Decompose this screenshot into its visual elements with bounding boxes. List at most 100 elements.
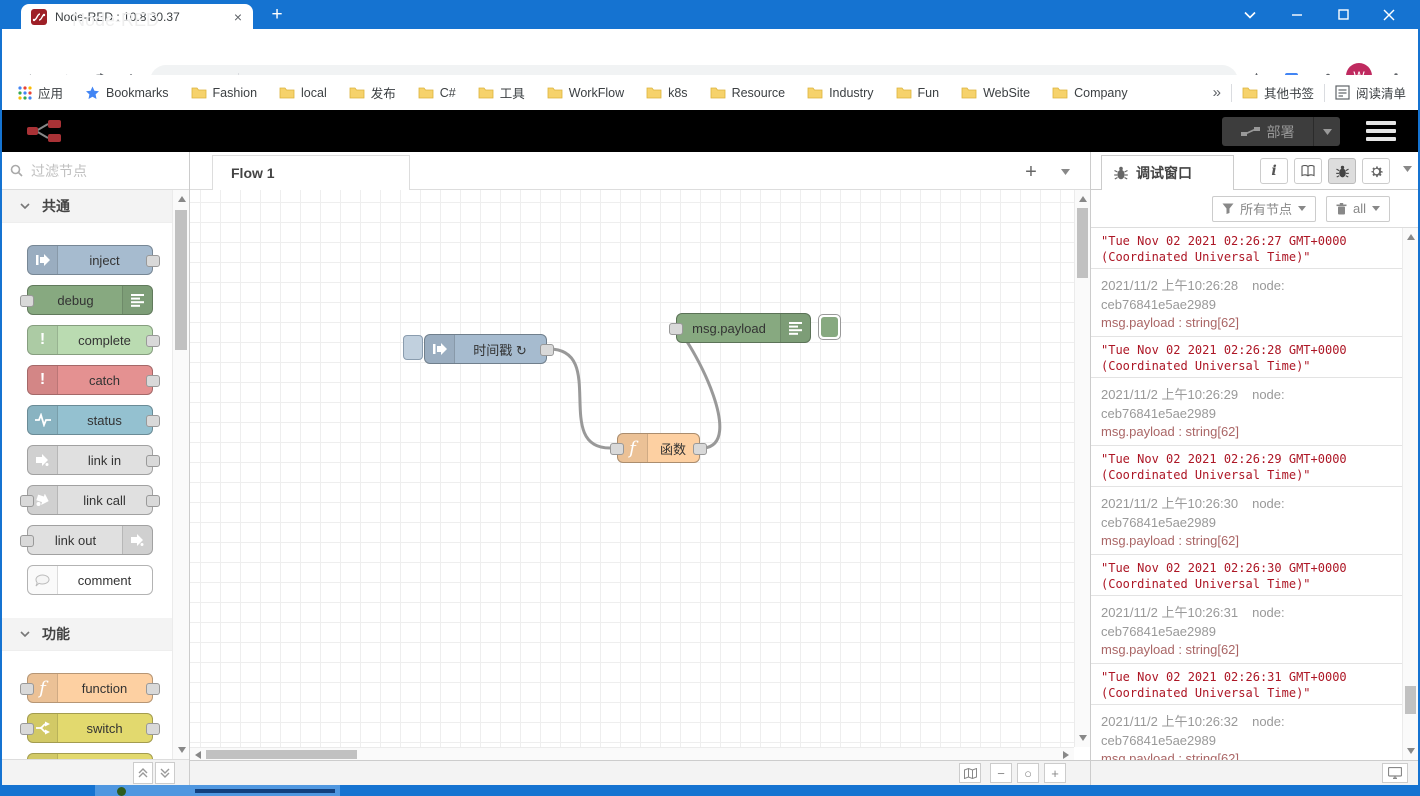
debug-toggle-button[interactable] xyxy=(818,314,841,340)
canvas-node-debug[interactable]: msg.payload xyxy=(676,313,811,343)
new-tab-button[interactable]: + xyxy=(264,2,290,28)
tab-close-icon[interactable]: × xyxy=(231,9,245,25)
palette-scrollbar[interactable] xyxy=(172,190,189,759)
debug-message-meta[interactable]: 2021/11/2 上午10:26:32node: ceb76841e5ae29… xyxy=(1091,704,1402,760)
flow-tab[interactable]: Flow 1 xyxy=(212,155,410,190)
palette-node-status[interactable]: status xyxy=(27,405,153,435)
output-port[interactable] xyxy=(146,375,160,387)
tab-search-icon[interactable] xyxy=(1229,0,1271,29)
inject-trigger-button[interactable] xyxy=(403,335,423,360)
bookmark-folder[interactable]: Fun xyxy=(896,86,940,100)
canvas-vscrollbar[interactable] xyxy=(1074,190,1090,747)
debug-message-payload[interactable]: "Tue Nov 02 2021 02:26:29 GMT+0000 (Coor… xyxy=(1091,445,1402,486)
scroll-up-icon[interactable] xyxy=(178,196,186,202)
scrollbar-thumb[interactable] xyxy=(1405,686,1416,714)
sidebar-menu-caret[interactable] xyxy=(1403,166,1412,172)
scroll-down-icon[interactable] xyxy=(1079,735,1087,741)
output-port[interactable] xyxy=(146,723,160,735)
debug-property[interactable]: msg.payload : string[62] xyxy=(1101,423,1392,441)
reading-list[interactable]: 阅读清单 xyxy=(1335,83,1406,102)
palette-node-debug[interactable]: debug xyxy=(27,285,153,315)
tab-debug[interactable]: 调试窗口 xyxy=(1101,155,1234,190)
palette-node-catch[interactable]: ! catch xyxy=(27,365,153,395)
input-port[interactable] xyxy=(20,295,34,307)
deploy-options-caret[interactable] xyxy=(1313,117,1340,146)
bookmark-folder[interactable]: Company xyxy=(1052,86,1128,100)
output-port[interactable] xyxy=(693,443,707,455)
bookmark-folder[interactable]: local xyxy=(279,86,327,100)
palette-node-complete[interactable]: ! complete xyxy=(27,325,153,355)
input-port[interactable] xyxy=(20,723,34,735)
main-menu-icon[interactable] xyxy=(1366,121,1396,145)
other-bookmarks[interactable]: 其他书签 xyxy=(1242,83,1314,102)
add-flow-button[interactable]: + xyxy=(1018,160,1044,184)
debug-message-payload[interactable]: "Tue Nov 02 2021 02:26:28 GMT+0000 (Coor… xyxy=(1091,336,1402,377)
bookmarks-overflow-chevron[interactable]: » xyxy=(1213,84,1221,101)
debug-property[interactable]: msg.payload : string[62] xyxy=(1101,532,1392,550)
palette-node-link-out[interactable]: link out xyxy=(27,525,153,555)
scrollbar-thumb[interactable] xyxy=(206,750,357,759)
bookmark-folder[interactable]: Industry xyxy=(807,86,873,100)
debug-clear-button[interactable]: all xyxy=(1326,196,1390,222)
bookmark-folder[interactable]: k8s xyxy=(646,86,687,100)
expand-all-button[interactable] xyxy=(155,762,175,784)
scroll-down-icon[interactable] xyxy=(1407,748,1415,754)
palette-node-inject[interactable]: inject xyxy=(27,245,153,275)
debug-message-payload[interactable]: "Tue Nov 02 2021 02:26:31 GMT+0000 (Coor… xyxy=(1091,663,1402,704)
output-port[interactable] xyxy=(146,495,160,507)
minimize-button[interactable] xyxy=(1276,0,1318,29)
debug-property[interactable]: msg.payload : string[62] xyxy=(1101,750,1392,760)
palette-node-comment[interactable]: comment xyxy=(27,565,153,595)
bookmark-folder[interactable]: Resource xyxy=(710,86,786,100)
palette-search-input[interactable] xyxy=(29,162,163,180)
navigator-button[interactable] xyxy=(959,763,981,783)
debug-message-payload[interactable]: "Tue Nov 02 2021 02:26:27 GMT+0000 (Coor… xyxy=(1091,228,1402,268)
settings-tab-button[interactable] xyxy=(1362,158,1390,184)
close-window-button[interactable] xyxy=(1368,0,1410,29)
debug-message-meta[interactable]: 2021/11/2 上午10:26:30node: ceb76841e5ae29… xyxy=(1091,486,1402,554)
canvas-node-inject[interactable]: 时间戳 ↻ xyxy=(424,334,547,364)
flow-list-caret[interactable] xyxy=(1052,160,1078,184)
zoom-reset-button[interactable]: ○ xyxy=(1017,763,1039,783)
canvas-hscrollbar[interactable] xyxy=(190,747,1074,760)
debug-scrollbar[interactable] xyxy=(1402,228,1418,760)
palette-node-switch[interactable]: switch xyxy=(27,713,153,743)
output-port[interactable] xyxy=(146,255,160,267)
output-port[interactable] xyxy=(540,344,554,356)
info-tab-button[interactable]: i xyxy=(1260,158,1288,184)
palette-node-link-in[interactable]: link in xyxy=(27,445,153,475)
bookmark-folder[interactable]: 发布 xyxy=(349,83,396,102)
scroll-up-icon[interactable] xyxy=(1079,196,1087,202)
debug-message-meta[interactable]: 2021/11/2 上午10:26:29node: ceb76841e5ae29… xyxy=(1091,377,1402,445)
bookmark-folder[interactable]: WorkFlow xyxy=(547,86,624,100)
canvas-node-function[interactable]: f 函数 xyxy=(617,433,700,463)
scrollbar-thumb[interactable] xyxy=(175,210,187,350)
debug-message-meta[interactable]: 2021/11/2 上午10:26:28node: ceb76841e5ae29… xyxy=(1091,268,1402,336)
collapse-all-button[interactable] xyxy=(133,762,153,784)
zoom-in-button[interactable]: + xyxy=(1044,763,1066,783)
flow-canvas[interactable]: 时间戳 ↻ msg.payload f 函数 xyxy=(190,190,1074,747)
palette-category-function[interactable]: 功能 xyxy=(0,618,172,651)
scrollbar-thumb[interactable] xyxy=(1077,208,1088,278)
debug-message-list[interactable]: "Tue Nov 02 2021 02:26:27 GMT+0000 (Coor… xyxy=(1091,228,1402,760)
debug-property[interactable]: msg.payload : string[62] xyxy=(1101,641,1392,659)
scroll-down-icon[interactable] xyxy=(178,747,186,753)
palette-search[interactable] xyxy=(0,152,189,190)
input-port[interactable] xyxy=(20,535,34,547)
scroll-right-icon[interactable] xyxy=(1063,751,1069,759)
taskbar-preview[interactable] xyxy=(95,785,340,796)
input-port[interactable] xyxy=(20,683,34,695)
scroll-left-icon[interactable] xyxy=(195,751,201,759)
debug-message-meta[interactable]: 2021/11/2 上午10:26:31node: ceb76841e5ae29… xyxy=(1091,595,1402,663)
apps-shortcut[interactable]: 应用 xyxy=(18,83,63,102)
zoom-out-button[interactable]: − xyxy=(990,763,1012,783)
debug-property[interactable]: msg.payload : string[62] xyxy=(1101,314,1392,332)
output-port[interactable] xyxy=(146,415,160,427)
debug-filter-button[interactable]: 所有节点 xyxy=(1212,196,1316,222)
input-port[interactable] xyxy=(20,495,34,507)
bookmark-folder[interactable]: 工具 xyxy=(478,83,525,102)
output-port[interactable] xyxy=(146,683,160,695)
input-port[interactable] xyxy=(669,323,683,335)
output-port[interactable] xyxy=(146,335,160,347)
bookmark-folder[interactable]: Fashion xyxy=(191,86,257,100)
